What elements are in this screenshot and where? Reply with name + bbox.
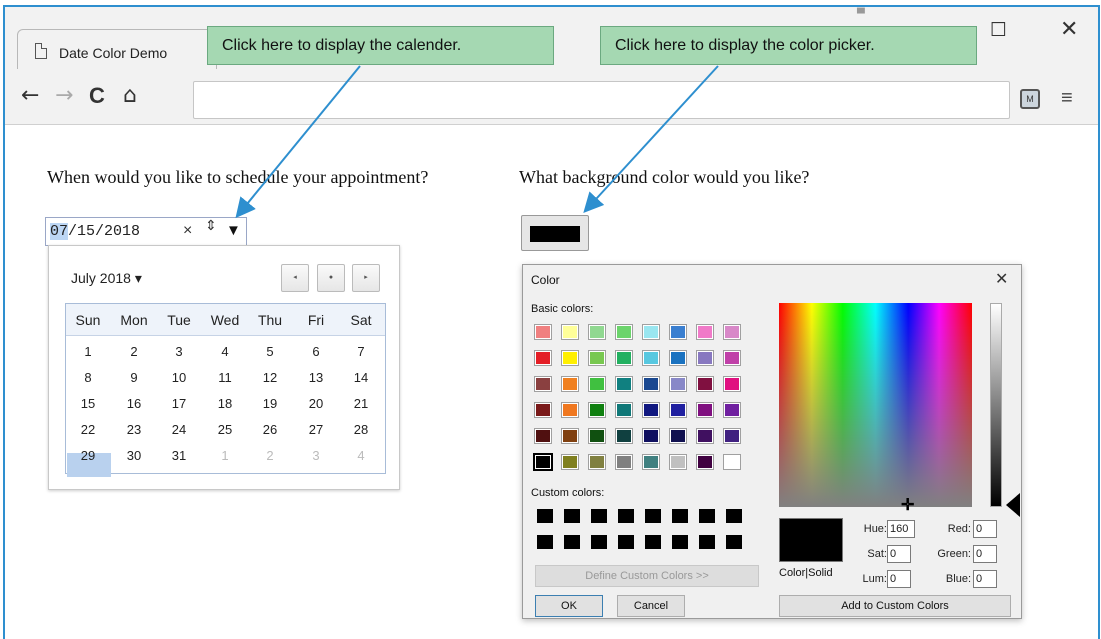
color-callout-arrow	[583, 65, 719, 213]
callout-arrows	[235, 65, 719, 219]
calendar-callout-arrow	[235, 65, 361, 219]
